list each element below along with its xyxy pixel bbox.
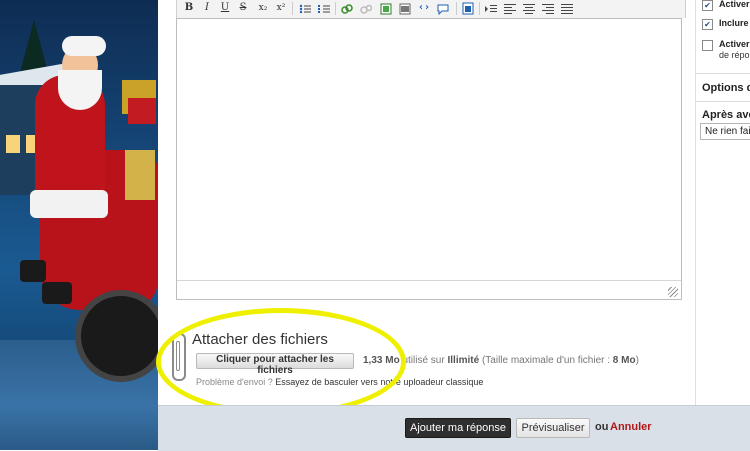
sidebar-option-label: Activer (719, 39, 750, 49)
bold-button[interactable]: B (183, 2, 195, 14)
subscript-button[interactable]: x₂ (257, 2, 269, 14)
after-posting-select[interactable]: Ne rien fai (700, 123, 750, 140)
background-illustration (0, 0, 158, 450)
max-size-prefix: (Taille maximale d'un fichier : (479, 355, 613, 366)
highlight-annotation (156, 308, 406, 416)
editor-text-area[interactable] (177, 19, 681, 281)
toolbar-separator (479, 2, 480, 15)
gift-box (128, 98, 156, 124)
sidebar-option-sublabel: de répo (719, 50, 750, 60)
numbered-list-icon[interactable] (318, 3, 330, 15)
image-icon[interactable] (380, 3, 392, 15)
quote-icon[interactable] (437, 3, 449, 15)
align-right-icon[interactable] (542, 3, 554, 15)
santa-boot (20, 260, 46, 282)
form-action-bar: Ajouter ma réponse Prévisualiser ou Annu… (158, 405, 750, 451)
indent-icon[interactable] (485, 3, 497, 15)
sidebar-divider (696, 101, 750, 102)
gift-box (125, 150, 155, 200)
editor-toolbar: B I U S x₂ x² ‹› (176, 0, 686, 18)
toolbar-separator (292, 2, 293, 15)
sidebar-divider (696, 73, 750, 74)
window-shape (6, 135, 20, 153)
santa-fur-trim (30, 190, 108, 218)
align-left-icon[interactable] (504, 3, 516, 15)
strikethrough-button[interactable]: S (237, 2, 249, 14)
sidebar-option-label: Activer (719, 0, 750, 9)
italic-button[interactable]: I (201, 2, 213, 14)
superscript-button[interactable]: x² (275, 2, 287, 14)
media-icon[interactable] (399, 3, 411, 15)
resize-grip-icon[interactable] (668, 287, 678, 297)
paste-icon[interactable] (462, 2, 474, 15)
quota-used-suffix: utilisé sur (399, 355, 448, 366)
sidebar-option-label: Inclure (719, 18, 749, 28)
max-file-size: 8 Mo (612, 355, 636, 366)
align-justify-icon[interactable] (561, 3, 573, 15)
quota-limit: Illimité (447, 355, 480, 366)
checkbox-unchecked-icon[interactable] (702, 40, 713, 51)
message-editor[interactable] (176, 18, 682, 300)
cancel-link[interactable]: Annuler (610, 421, 652, 433)
link-icon[interactable] (341, 3, 353, 15)
submit-reply-button[interactable]: Ajouter ma réponse (405, 418, 511, 438)
scooter-wheel (75, 290, 158, 382)
santa-hat (62, 36, 106, 56)
toolbar-separator (335, 2, 336, 15)
toolbar-separator (456, 2, 457, 15)
santa-boot (42, 282, 72, 304)
unlink-icon[interactable] (360, 3, 372, 15)
preview-button[interactable]: Prévisualiser (516, 418, 590, 438)
bullet-list-icon[interactable] (299, 3, 311, 15)
options-sidebar: ✔ Activer ✔ Inclure Activer de répo Opti… (695, 0, 750, 405)
checkbox-checked-icon[interactable]: ✔ (702, 0, 713, 11)
or-separator-text: ou (595, 421, 609, 433)
align-center-icon[interactable] (523, 3, 535, 15)
code-icon[interactable]: ‹› (418, 2, 430, 14)
max-size-suffix: ) (635, 355, 639, 366)
checkbox-checked-icon[interactable]: ✔ (702, 19, 713, 30)
underline-button[interactable]: U (219, 2, 231, 14)
sidebar-section-title: Options d (702, 82, 750, 94)
after-posting-label: Après avo (702, 109, 750, 121)
